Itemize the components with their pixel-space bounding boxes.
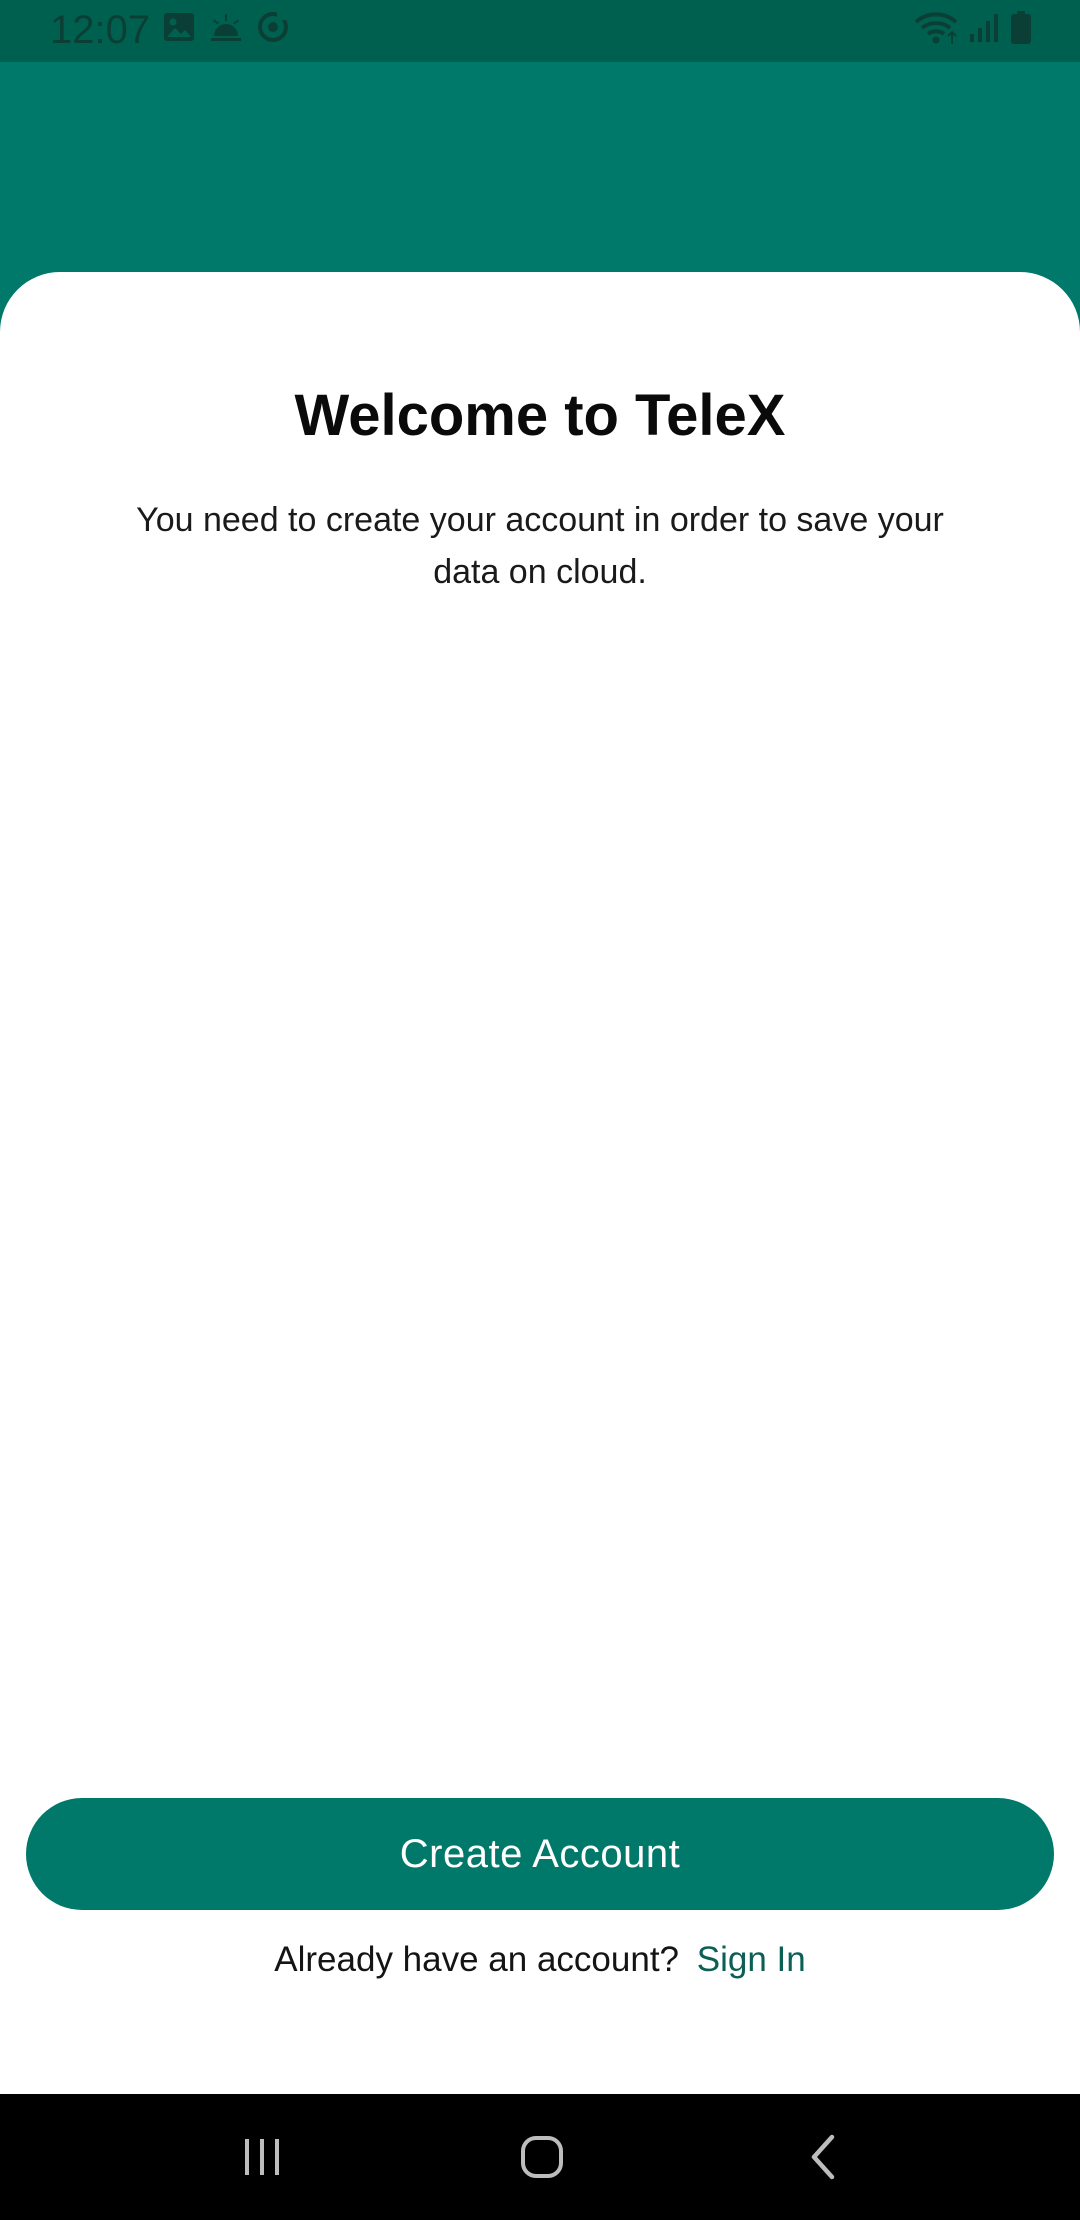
welcome-title: Welcome to TeleX — [294, 383, 786, 448]
weather-icon — [209, 12, 243, 47]
status-icons-left — [163, 11, 289, 48]
welcome-subtitle: You need to create your account in order… — [136, 501, 944, 591]
recents-icon — [240, 2135, 284, 2184]
home-button[interactable] — [502, 2124, 582, 2194]
status-bar: 12:07 — [0, 0, 1080, 62]
create-account-button[interactable]: Create Account — [26, 1798, 1054, 1910]
navigation-bar — [0, 2094, 1080, 2220]
status-time: 12:07 — [50, 8, 151, 52]
battery-icon — [1010, 11, 1032, 50]
image-icon — [163, 12, 195, 47]
recents-button[interactable] — [222, 2124, 302, 2194]
status-icons-right — [914, 10, 1032, 51]
sync-icon — [257, 11, 289, 48]
signal-icon — [968, 12, 1000, 49]
back-icon — [804, 2133, 844, 2186]
home-icon — [518, 2133, 566, 2186]
back-button[interactable] — [784, 2124, 864, 2194]
already-have-account-text: Already have an account? — [274, 1940, 680, 1979]
sign-in-prompt: Already have an account? Sign In — [0, 1940, 1080, 1980]
welcome-sheet: Welcome to TeleX You need to create your… — [0, 272, 1080, 2094]
wifi-icon — [914, 10, 958, 51]
app-screen: 12:07 Welcome to TeleX You need to creat… — [0, 0, 1080, 2220]
sign-in-link[interactable]: Sign In — [697, 1940, 806, 1979]
